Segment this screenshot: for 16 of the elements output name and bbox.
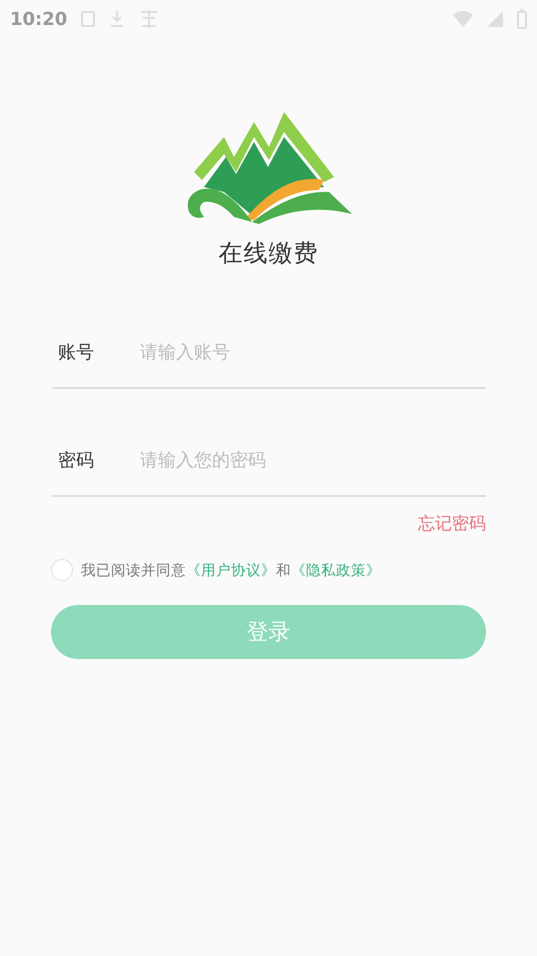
- input-field[interactable]: 请输入账号: [138, 340, 486, 364]
- agreement-text: 我已阅读并同意《用户协议》和《隐私政策》: [81, 562, 381, 580]
- wifi-icon: [453, 11, 473, 27]
- signal-icon: [487, 11, 503, 27]
- field-label: 账号: [57, 341, 95, 364]
- forgot-password-link[interactable]: 忘记密码: [418, 512, 486, 535]
- policy-link[interactable]: 《用户协议》: [186, 562, 276, 578]
- battery-icon: [517, 9, 527, 29]
- policy-link[interactable]: 《隐私政策》: [291, 562, 381, 578]
- status-time: 10:20: [10, 8, 68, 30]
- agreement-checkbox[interactable]: [51, 559, 73, 581]
- field-label: 密码: [57, 449, 95, 472]
- image-icon: [81, 11, 96, 27]
- input-field[interactable]: 请输入您的密码: [138, 448, 486, 472]
- app-title: 在线缴费: [218, 238, 318, 269]
- download-icon: [109, 10, 126, 28]
